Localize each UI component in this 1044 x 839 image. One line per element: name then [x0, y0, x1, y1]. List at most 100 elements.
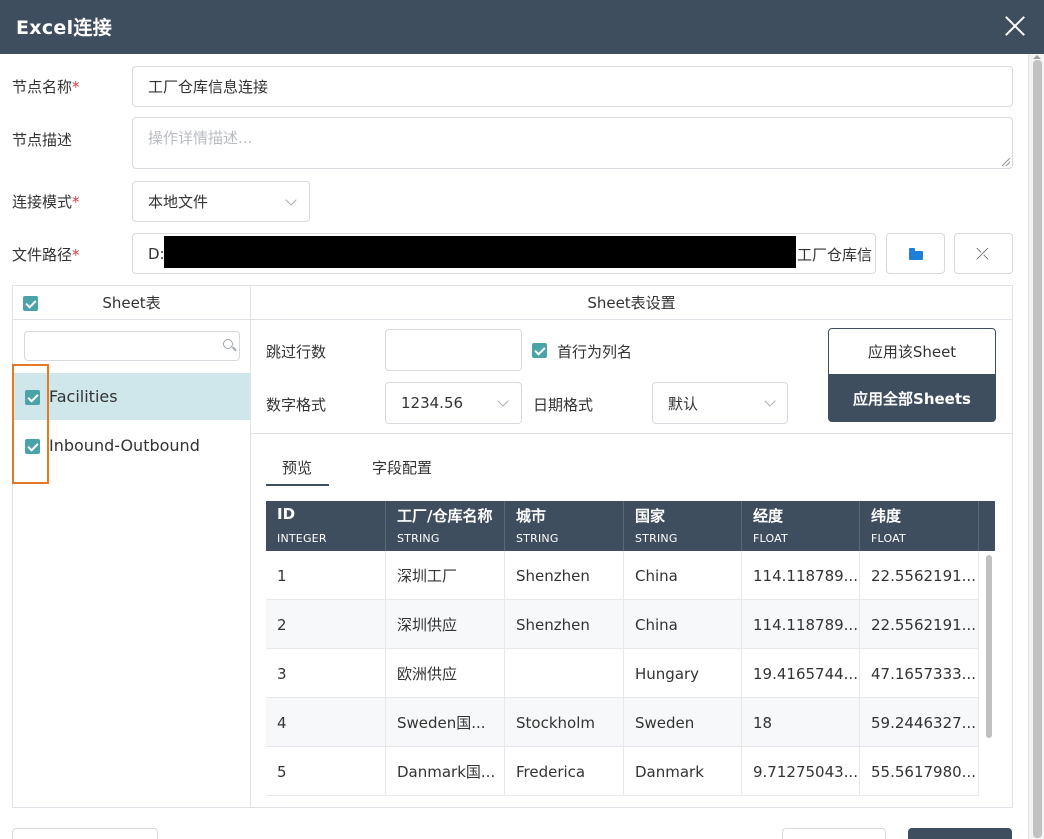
clear-path-button[interactable]: ⤫: [954, 233, 1013, 274]
date-format-label: 日期格式: [533, 396, 594, 414]
node-desc-textarea[interactable]: 操作详情描述...: [132, 117, 1013, 169]
sheet-list-header: Sheet表: [13, 286, 250, 320]
footer-button-cancel[interactable]: [782, 828, 886, 839]
footer-button-confirm[interactable]: [908, 828, 1012, 839]
table-cell: 59.2446327...: [860, 698, 979, 747]
sheet-settings-header: Sheet表设置: [251, 286, 1012, 320]
dialog-titlebar: Excel连接: [0, 0, 1044, 54]
table-cell: Sweden: [624, 698, 742, 747]
table-cell: 47.1657333...: [860, 649, 979, 698]
number-format-label: 数字格式: [266, 396, 327, 414]
column-header[interactable]: 国家 STRING: [624, 501, 742, 551]
table-cell: 22.5562191...: [860, 551, 979, 600]
date-format-select[interactable]: 默认: [652, 382, 788, 424]
scrollbar-thumb[interactable]: [1033, 60, 1042, 838]
checkbox-highlight-box: [12, 364, 49, 484]
apply-sheet-button[interactable]: 应用该Sheet: [828, 328, 996, 375]
sheet-item-label: Inbound-Outbound: [49, 436, 200, 455]
number-format-value: 1234.56: [401, 394, 464, 412]
chevron-down-icon: [497, 395, 509, 407]
column-header[interactable]: 纬度 FLOAT: [860, 501, 979, 551]
number-format-select[interactable]: 1234.56: [385, 382, 522, 424]
column-header[interactable]: 经度 FLOAT: [742, 501, 860, 551]
browse-file-button[interactable]: [886, 233, 945, 274]
table-cell: [505, 649, 624, 698]
dialog-scrollbar[interactable]: [1028, 54, 1044, 839]
table-cell: Sweden国...: [386, 698, 505, 747]
apply-all-sheets-button[interactable]: 应用全部Sheets: [828, 375, 996, 422]
table-cell: 55.5617980...: [860, 747, 979, 796]
scroll-up-icon[interactable]: [1033, 55, 1041, 59]
sheet-list-title: Sheet表: [102, 294, 161, 312]
select-all-checkbox[interactable]: [23, 296, 38, 311]
chevron-down-icon: [764, 395, 776, 407]
table-cell: 19.4165744...: [742, 649, 860, 698]
skip-rows-label: 跳过行数: [266, 343, 327, 361]
table-cell: Stockholm: [505, 698, 624, 747]
table-cell: 114.118789...: [742, 600, 860, 649]
table-cell: 5: [266, 747, 386, 796]
file-path-label: 文件路径*: [12, 246, 80, 264]
table-cell: Shenzhen: [505, 600, 624, 649]
table-row: 2 深圳供应 Shenzhen China 114.118789... 22.5…: [266, 600, 979, 649]
table-cell: China: [624, 600, 742, 649]
resize-grip-icon[interactable]: [1002, 158, 1010, 166]
table-cell: 4: [266, 698, 386, 747]
tab-preview[interactable]: 预览: [282, 457, 312, 478]
table-cell: Shenzhen: [505, 551, 624, 600]
table-row: 5 Danmark国... Frederica Danmark 9.712750…: [266, 747, 979, 796]
file-path-prefix: D:: [148, 244, 165, 263]
preview-table-header: ID INTEGER 工厂/仓库名称 STRING 城市 STRING 国家 STRIN…: [266, 501, 995, 551]
dialog-title: Excel连接: [16, 17, 112, 39]
divider: [251, 433, 1012, 434]
table-cell: 3: [266, 649, 386, 698]
table-row: 4 Sweden国... Stockholm Sweden 18 59.2446…: [266, 698, 979, 747]
node-desc-placeholder: 操作详情描述...: [148, 129, 253, 147]
table-cell: Danmark: [624, 747, 742, 796]
column-header[interactable]: 工厂/仓库名称 STRING: [386, 501, 505, 551]
close-icon[interactable]: [1000, 11, 1030, 41]
search-icon: [223, 339, 233, 349]
footer-button-left[interactable]: [12, 828, 158, 839]
table-cell: 2: [266, 600, 386, 649]
node-desc-label: 节点描述: [12, 131, 73, 149]
conn-mode-select[interactable]: 本地文件: [132, 181, 310, 222]
table-cell: 深圳供应: [386, 600, 505, 649]
folder-icon: [909, 248, 923, 260]
clear-icon: ⤫: [976, 244, 989, 263]
first-row-header-label: 首行为列名: [557, 343, 633, 361]
redacted-path: [164, 236, 796, 268]
table-scrollbar-thumb[interactable]: [986, 555, 992, 738]
sheet-item-label: Facilities: [49, 387, 118, 406]
date-format-value: 默认: [668, 394, 699, 413]
table-row: 3 欧洲供应 Hungary 19.4165744... 47.1657333.…: [266, 649, 979, 698]
table-row: 1 深圳工厂 Shenzhen China 114.118789... 22.5…: [266, 551, 979, 600]
column-header[interactable]: ID INTEGER: [266, 501, 386, 551]
table-cell: 1: [266, 551, 386, 600]
first-row-header-checkbox[interactable]: [532, 343, 547, 358]
table-cell: 9.71275043...: [742, 747, 860, 796]
table-cell: Frederica: [505, 747, 624, 796]
file-path-suffix: 工厂仓库信: [797, 246, 873, 264]
table-cell: Hungary: [624, 649, 742, 698]
excel-connection-dialog: Excel连接 节点名称* 工厂仓库信息连接 节点描述 操作详情描述... 连接…: [0, 0, 1044, 839]
conn-mode-value: 本地文件: [148, 193, 209, 211]
sheet-search-input[interactable]: [24, 331, 240, 361]
table-cell: China: [624, 551, 742, 600]
active-tab-indicator: [266, 484, 329, 486]
table-cell: 22.5562191...: [860, 600, 979, 649]
table-cell: 欧洲供应: [386, 649, 505, 698]
table-cell: 深圳工厂: [386, 551, 505, 600]
node-name-input[interactable]: 工厂仓库信息连接: [132, 66, 1013, 107]
column-header[interactable]: 城市 STRING: [505, 501, 624, 551]
skip-rows-input[interactable]: [385, 329, 522, 371]
tab-field-config[interactable]: 字段配置: [372, 457, 432, 478]
node-name-value: 工厂仓库信息连接: [148, 78, 269, 96]
conn-mode-label: 连接模式*: [12, 193, 80, 211]
preview-table-body: 1 深圳工厂 Shenzhen China 114.118789... 22.5…: [266, 551, 995, 806]
table-scrollbar[interactable]: [979, 551, 995, 806]
table-cell: 18: [742, 698, 860, 747]
node-name-label: 节点名称*: [12, 78, 80, 96]
table-cell: Danmark国...: [386, 747, 505, 796]
chevron-down-icon: [285, 194, 297, 206]
